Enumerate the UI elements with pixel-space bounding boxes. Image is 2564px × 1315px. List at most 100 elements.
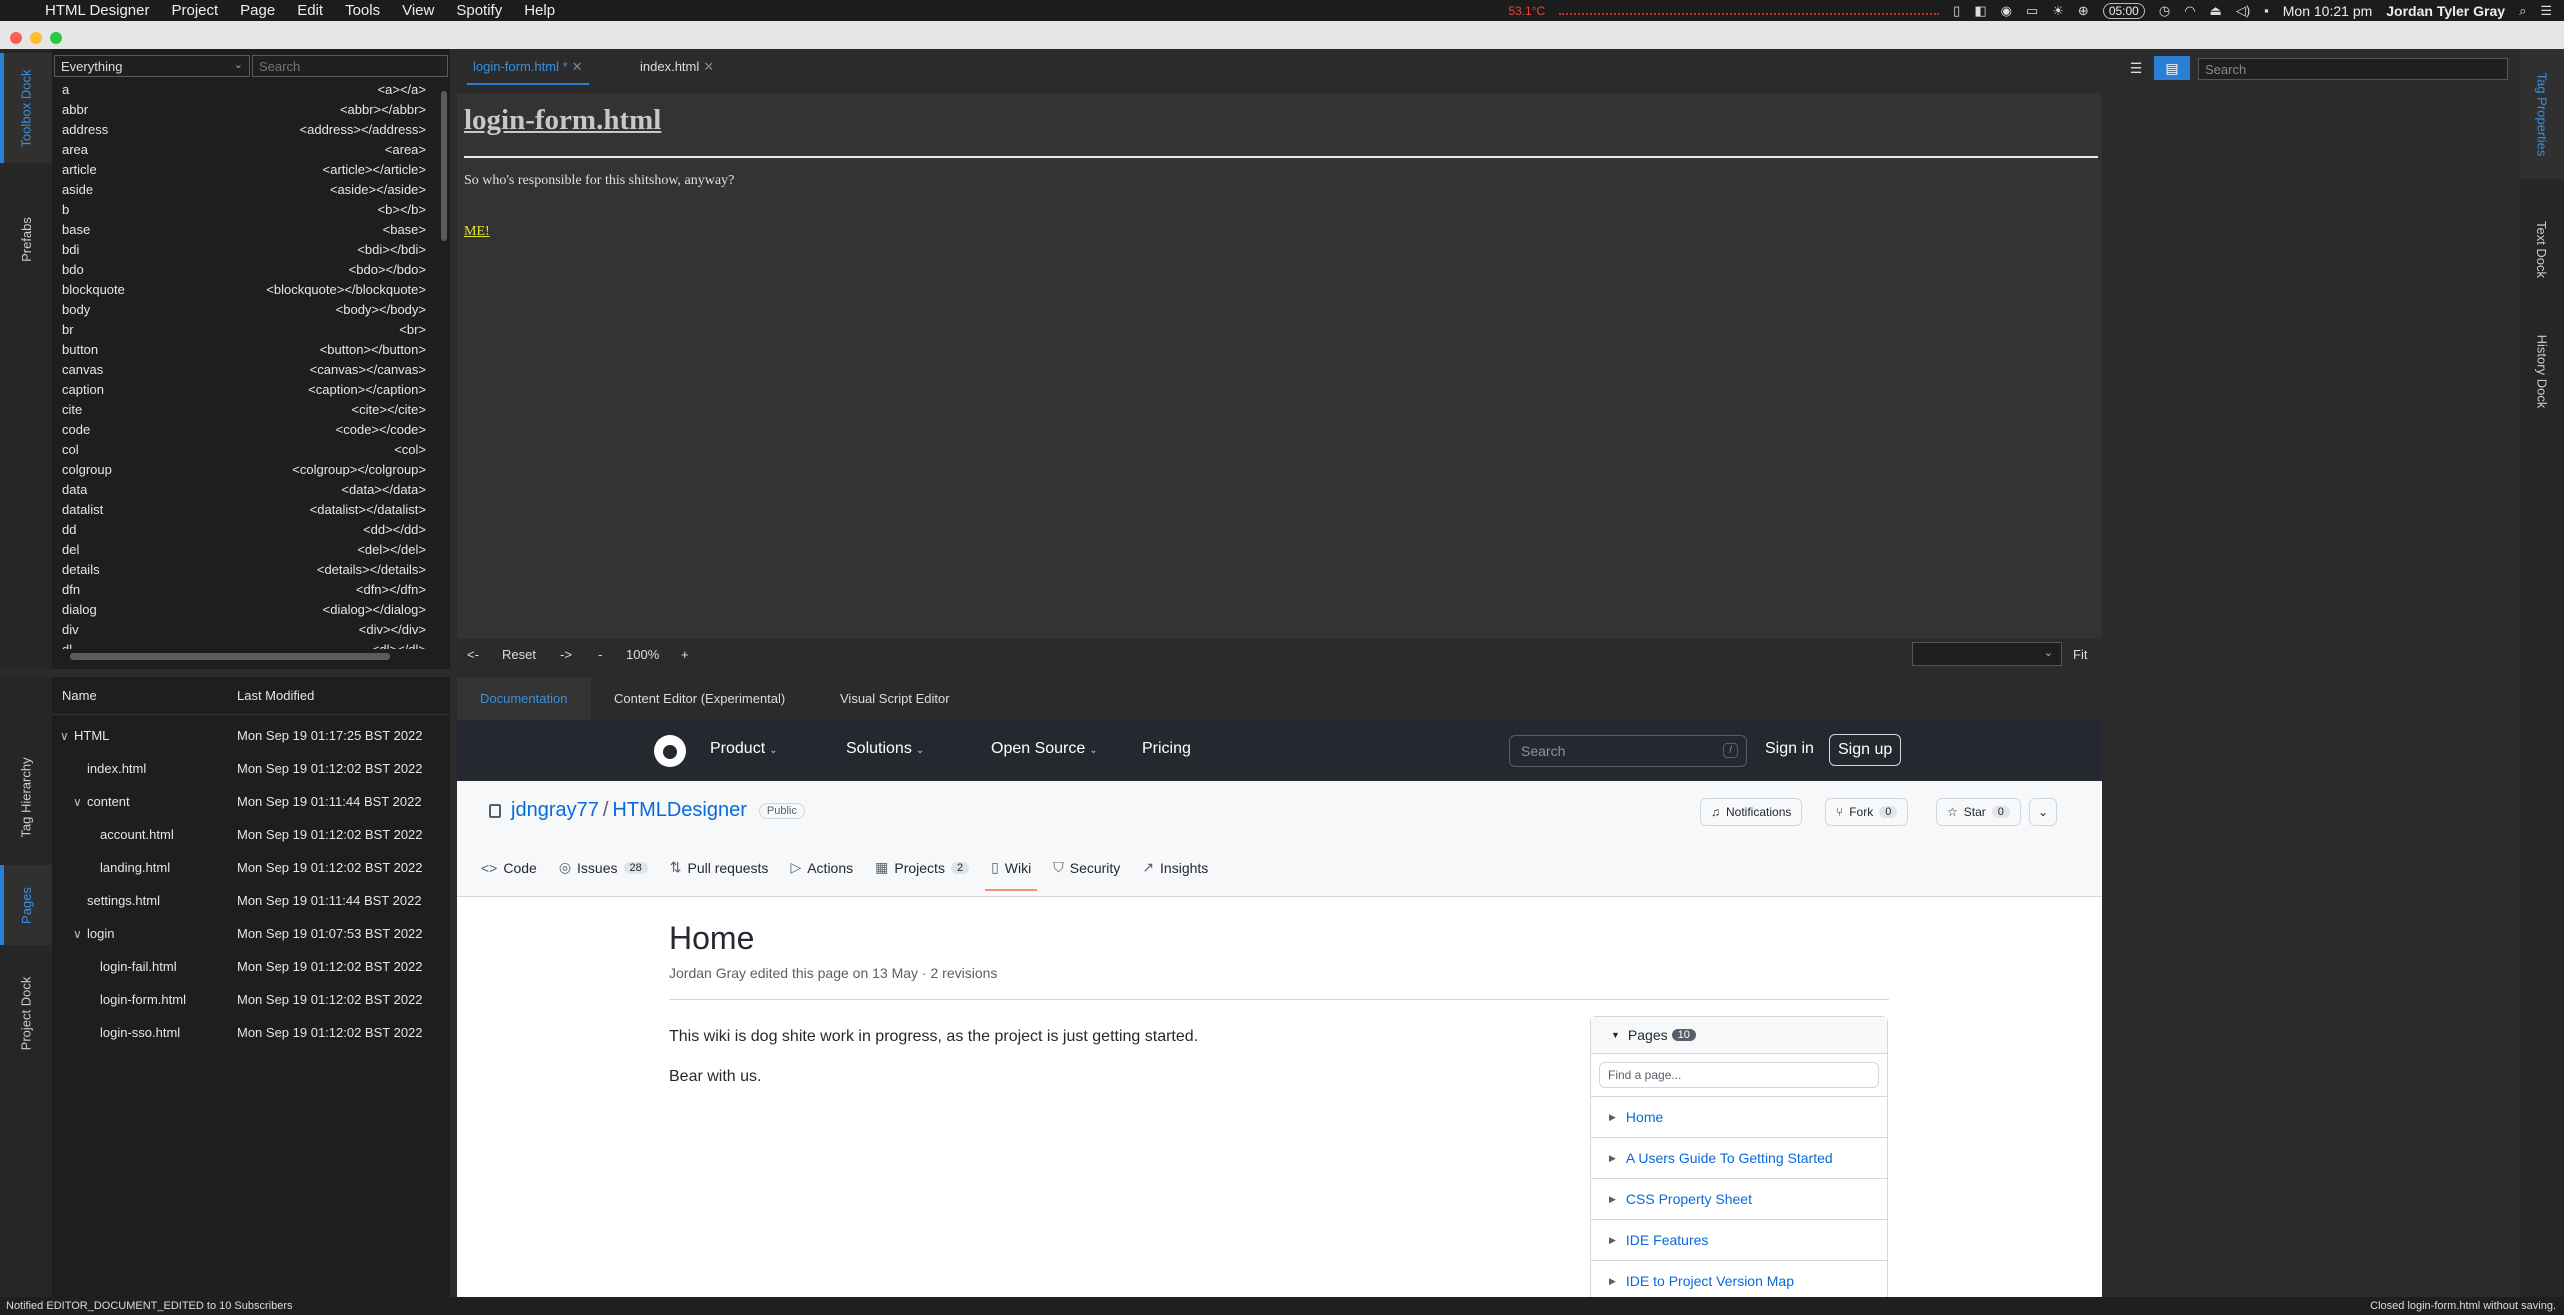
page-tree-row[interactable]: ∨ HTML Mon Sep 19 01:17:25 BST 2022 [52, 719, 450, 752]
gh-nav-product[interactable]: Product ⌄ [710, 740, 778, 758]
toolbox-tag-item[interactable]: caption <caption></caption> [52, 379, 436, 399]
flag-icon[interactable]: ▪ [2264, 3, 2269, 18]
zoom-fit-button[interactable]: Fit [2073, 647, 2087, 662]
repo-tab-issues[interactable]: ◎ Issues 28 [559, 859, 648, 876]
github-logo-icon[interactable] [654, 735, 686, 767]
grid-view-icon[interactable]: ▤ [2154, 56, 2190, 80]
toolbox-tag-item[interactable]: dl <dl></dl> [52, 639, 436, 650]
toolbox-tag-item[interactable]: article <article></article> [52, 159, 436, 179]
eye-icon[interactable]: ◉ [2001, 3, 2012, 19]
find-page-input[interactable]: Find a page... [1599, 1062, 1879, 1088]
time-machine-icon[interactable]: ◷ [2159, 3, 2170, 19]
toolbox-tag-item[interactable]: aside <aside></aside> [52, 179, 436, 199]
close-tab-icon[interactable]: ✕ [572, 59, 583, 74]
toolbox-tag-item[interactable]: colgroup <colgroup></colgroup> [52, 459, 436, 479]
tab-documentation[interactable]: Documentation [480, 691, 567, 706]
editor-tab-login-form[interactable]: login-form.html * ✕ [467, 59, 589, 85]
menu-edit[interactable]: Edit [286, 2, 334, 19]
wiki-page-link[interactable]: ▶ A Users Guide To Getting Started [1591, 1137, 1887, 1178]
caret-right-icon[interactable]: ▶ [1609, 1153, 1616, 1164]
zoom-back-button[interactable]: <- [467, 647, 479, 662]
display-icon[interactable]: ▭ [2026, 3, 2038, 19]
page-tree-row[interactable]: landing.html Mon Sep 19 01:12:02 BST 2022 [52, 851, 450, 884]
gh-nav-open-source[interactable]: Open Source ⌄ [991, 740, 1098, 758]
eject-icon[interactable]: ⏏ [2210, 3, 2222, 19]
toolbox-vertical-scrollbar[interactable] [438, 79, 450, 649]
repo-owner-link[interactable]: jdngray77 [511, 799, 599, 822]
toolbox-tag-item[interactable]: code <code></code> [52, 419, 436, 439]
toolbox-tag-item[interactable]: details <details></details> [52, 559, 436, 579]
volume-icon[interactable]: ◁) [2236, 3, 2250, 19]
toolbox-tag-item[interactable]: address <address></address> [52, 119, 436, 139]
zoom-reset-button[interactable]: Reset [502, 647, 536, 662]
editor-tab-index[interactable]: index.html ✕ [640, 59, 714, 75]
preview-hr[interactable] [464, 156, 2098, 158]
fork-button[interactable]: ⑂ Fork 0 [1825, 798, 1909, 826]
page-tree-row[interactable]: index.html Mon Sep 19 01:12:02 BST 2022 [52, 752, 450, 785]
wiki-page-link[interactable]: ▶ Home [1591, 1096, 1887, 1137]
minimize-window-button[interactable] [30, 32, 42, 44]
preview-paragraph[interactable]: So who's responsible for this shitshow, … [464, 173, 734, 189]
tab-tag-hierarchy[interactable]: Tag Hierarchy [0, 737, 52, 857]
toolbox-tag-item[interactable]: col <col> [52, 439, 436, 459]
tab-toolbox-dock[interactable]: Toolbox Dock [0, 53, 52, 163]
properties-search-input[interactable]: Search [2198, 58, 2508, 80]
phone-icon[interactable]: ▯ [1953, 3, 1960, 19]
toolbox-tag-item[interactable]: bdi <bdi></bdi> [52, 239, 436, 259]
expand-toggle-icon[interactable]: ∨ [60, 729, 74, 743]
zoom-window-button[interactable] [50, 32, 62, 44]
repo-tab-insights[interactable]: ↗ Insights [1142, 859, 1208, 876]
menu-spotify[interactable]: Spotify [445, 2, 513, 19]
wifi-icon[interactable]: ◠ [2184, 3, 2195, 19]
wiki-page-link[interactable]: ▶ IDE Features [1591, 1219, 1887, 1260]
repo-name-link[interactable]: HTMLDesigner [612, 799, 746, 822]
caret-right-icon[interactable]: ▶ [1609, 1276, 1616, 1287]
tab-content-editor[interactable]: Content Editor (Experimental) [614, 691, 785, 706]
menu-help[interactable]: Help [513, 2, 566, 19]
gh-sign-in-link[interactable]: Sign in [1765, 740, 1814, 758]
page-preview-canvas[interactable]: login-form.html So who's responsible for… [457, 93, 2102, 633]
menu-tools[interactable]: Tools [334, 2, 391, 19]
tab-tag-properties[interactable]: Tag Properties [2520, 49, 2564, 179]
gh-nav-solutions[interactable]: Solutions ⌄ [846, 740, 924, 758]
list-view-icon[interactable]: ☰ [2118, 56, 2154, 80]
toolbox-tag-item[interactable]: div <div></div> [52, 619, 436, 639]
tab-pages[interactable]: Pages [0, 865, 52, 945]
toolbox-tag-item[interactable]: bdo <bdo></bdo> [52, 259, 436, 279]
pages-toggle[interactable]: ▼ Pages 10 [1591, 1017, 1887, 1054]
toolbox-tag-item[interactable]: datalist <datalist></datalist> [52, 499, 436, 519]
expand-toggle-icon[interactable]: ∨ [73, 927, 87, 941]
device-select[interactable]: ⌄ [1912, 642, 2062, 666]
wiki-page-link[interactable]: ▶ CSS Property Sheet [1591, 1178, 1887, 1219]
close-window-button[interactable] [10, 32, 22, 44]
caret-right-icon[interactable]: ▶ [1609, 1194, 1616, 1205]
caret-right-icon[interactable]: ▶ [1609, 1112, 1616, 1123]
zoom-forward-button[interactable]: -> [560, 647, 572, 662]
menu-user[interactable]: Jordan Tyler Gray [2386, 3, 2505, 19]
page-tree-row[interactable]: account.html Mon Sep 19 01:12:02 BST 2022 [52, 818, 450, 851]
page-tree-row[interactable]: ∨ content Mon Sep 19 01:11:44 BST 2022 [52, 785, 450, 818]
toolbox-tag-item[interactable]: body <body></body> [52, 299, 436, 319]
toolbox-tag-item[interactable]: data <data></data> [52, 479, 436, 499]
tab-history-dock[interactable]: History Dock [2520, 311, 2564, 431]
menu-page[interactable]: Page [229, 2, 286, 19]
star-button[interactable]: ☆ Star 0 [1936, 798, 2021, 826]
menu-html-designer[interactable]: HTML Designer [34, 2, 160, 19]
repo-tab-pull-requests[interactable]: ⇅ Pull requests [670, 859, 769, 876]
toolbox-tag-item[interactable]: base <base> [52, 219, 436, 239]
toolbox-tag-item[interactable]: button <button></button> [52, 339, 436, 359]
menu-clock[interactable]: Mon 10:21 pm [2283, 3, 2373, 19]
zoom-out-button[interactable]: - [598, 647, 602, 662]
notifications-button[interactable]: ♫ Notifications [1700, 798, 1803, 826]
toolbox-tag-item[interactable]: dfn <dfn></dfn> [52, 579, 436, 599]
wiki-page-link[interactable]: ▶ IDE to Project Version Map [1591, 1260, 1887, 1301]
tab-prefabs[interactable]: Prefabs [0, 189, 52, 289]
zoom-in-button[interactable]: + [681, 647, 689, 662]
page-tree-row[interactable]: settings.html Mon Sep 19 01:11:44 BST 202… [52, 884, 450, 917]
column-name[interactable]: Name [52, 688, 237, 703]
preview-link[interactable]: ME! [464, 224, 490, 240]
toolbox-tag-item[interactable]: a <a></a> [52, 79, 436, 99]
expand-toggle-icon[interactable]: ∨ [73, 795, 87, 809]
repo-tab-wiki[interactable]: ▯ Wiki [985, 859, 1038, 891]
window-layout-icon[interactable]: ◧ [1974, 3, 1986, 19]
